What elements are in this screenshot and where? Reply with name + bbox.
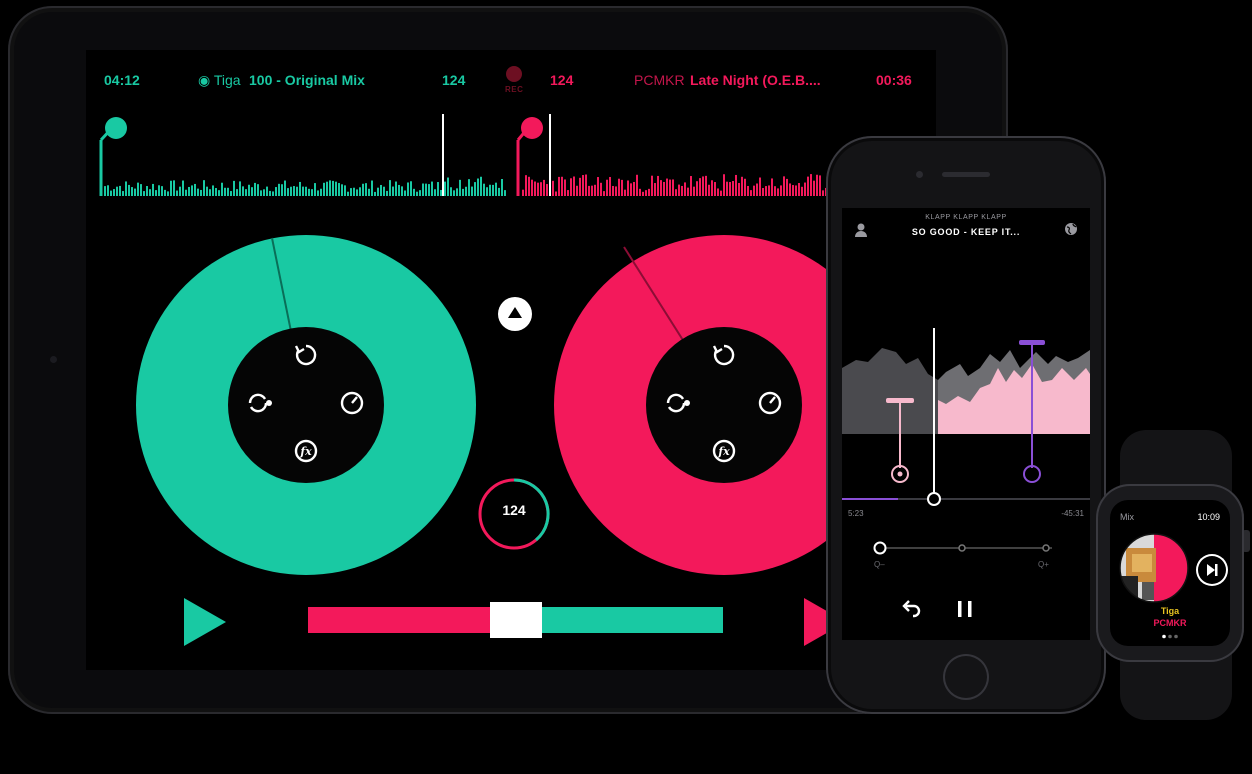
deck-a-elapsed-time: 04:12 xyxy=(104,72,140,88)
crossfader[interactable] xyxy=(308,602,723,638)
outgoing-track-wave xyxy=(842,348,938,434)
watch-track-2: PCMKR xyxy=(1153,618,1187,628)
cue-out-knob xyxy=(1023,465,1041,483)
watch-next-button[interactable] xyxy=(1196,554,1228,586)
deck-a-hub: fx xyxy=(228,327,384,483)
deck-b-artist: PCMKR xyxy=(634,72,685,88)
deck-a-waveform xyxy=(104,176,506,196)
page-indicator xyxy=(1162,634,1178,639)
globe-icon[interactable] xyxy=(1064,222,1078,236)
master-bpm: 124 xyxy=(502,502,526,518)
fx-icon[interactable]: fx xyxy=(292,437,320,465)
svg-text:fx: fx xyxy=(299,445,312,458)
remaining-time: -45:31 xyxy=(1061,509,1084,518)
deck-a-track-title[interactable]: 100 - Original Mix xyxy=(249,72,365,88)
deck-b-hub: fx xyxy=(646,327,802,483)
iphone-screen: KLAPP KLAPP KLAPP SO GOOD - KEEP IT... 5 xyxy=(842,208,1090,640)
loop-icon[interactable] xyxy=(662,389,690,417)
iphone-device: KLAPP KLAPP KLAPP SO GOOD - KEEP IT... 5 xyxy=(826,136,1106,714)
deck-a-platter[interactable]: fx xyxy=(136,235,476,575)
iphone-speaker xyxy=(942,172,990,177)
scrubber-handle xyxy=(927,492,941,506)
cue-out-handle xyxy=(1019,340,1045,345)
cue-in-handle xyxy=(886,398,914,403)
vinyl-icon: ◉ xyxy=(198,72,211,88)
record-button[interactable] xyxy=(506,66,522,82)
zoom-out-label[interactable]: Q– xyxy=(874,560,885,569)
deck-a-artist-name: Tiga xyxy=(213,72,241,88)
ipad-screen: 04:12 ◉ Tiga 100 - Original Mix 124 REC … xyxy=(86,50,936,670)
tempo-gauge-icon[interactable] xyxy=(756,389,784,417)
sync-icon[interactable] xyxy=(292,341,320,369)
deck-b-remaining-time: 00:36 xyxy=(876,72,912,88)
elapsed-time: 5:23 xyxy=(848,509,864,518)
loop-icon[interactable] xyxy=(244,389,272,417)
tempo-gauge-icon[interactable] xyxy=(338,389,366,417)
product-showcase: 04:12 ◉ Tiga 100 - Original Mix 124 REC … xyxy=(0,0,1252,774)
watch-clock: 10:09 xyxy=(1197,512,1220,522)
svg-text:fx: fx xyxy=(717,445,730,458)
deck-b-cue-marker[interactable] xyxy=(521,117,543,139)
deck-a-bpm: 124 xyxy=(442,72,466,88)
deck-a-cue-marker[interactable] xyxy=(105,117,127,139)
deck-a-play-button[interactable] xyxy=(184,598,226,646)
now-playing-title: SO GOOD - KEEP IT... xyxy=(911,227,1021,237)
deck-b-track-title[interactable]: Late Night (O.E.B.... xyxy=(690,72,821,88)
fx-icon[interactable]: fx xyxy=(710,437,738,465)
zoom-slider-handle xyxy=(873,541,887,555)
iphone-front-camera xyxy=(916,171,923,178)
zoom-slider[interactable] xyxy=(872,540,1062,556)
skip-next-icon xyxy=(1207,564,1218,576)
mix-waveform[interactable] xyxy=(842,328,1090,528)
zoom-in-label[interactable]: Q+ xyxy=(1038,560,1049,569)
deck-b-bpm: 124 xyxy=(550,72,574,88)
watch-screen: Mix 10:09 Tiga PCMKR xyxy=(1110,500,1230,646)
ipad-camera xyxy=(50,356,57,363)
undo-icon[interactable] xyxy=(900,598,922,620)
crossfader-handle[interactable] xyxy=(489,602,542,638)
crossfader-left-track xyxy=(308,607,516,633)
watch-app-label: Mix xyxy=(1120,512,1134,522)
watch-track-1: Tiga xyxy=(1160,606,1180,616)
pause-icon[interactable] xyxy=(954,598,976,620)
sync-icon[interactable] xyxy=(710,341,738,369)
apple-watch-device: Mix 10:09 Tiga PCMKR xyxy=(1096,484,1244,662)
crossfader-right-track xyxy=(515,607,723,633)
record-label: REC xyxy=(505,85,524,94)
now-playing-artist: KLAPP KLAPP KLAPP xyxy=(925,214,1007,221)
iphone-home-button[interactable] xyxy=(943,654,989,700)
watch-deck-artwork[interactable] xyxy=(1118,532,1190,604)
deck-a-artist: ◉ Tiga xyxy=(198,72,241,89)
eject-button[interactable] xyxy=(498,297,532,331)
waveform-overview[interactable] xyxy=(86,110,936,200)
